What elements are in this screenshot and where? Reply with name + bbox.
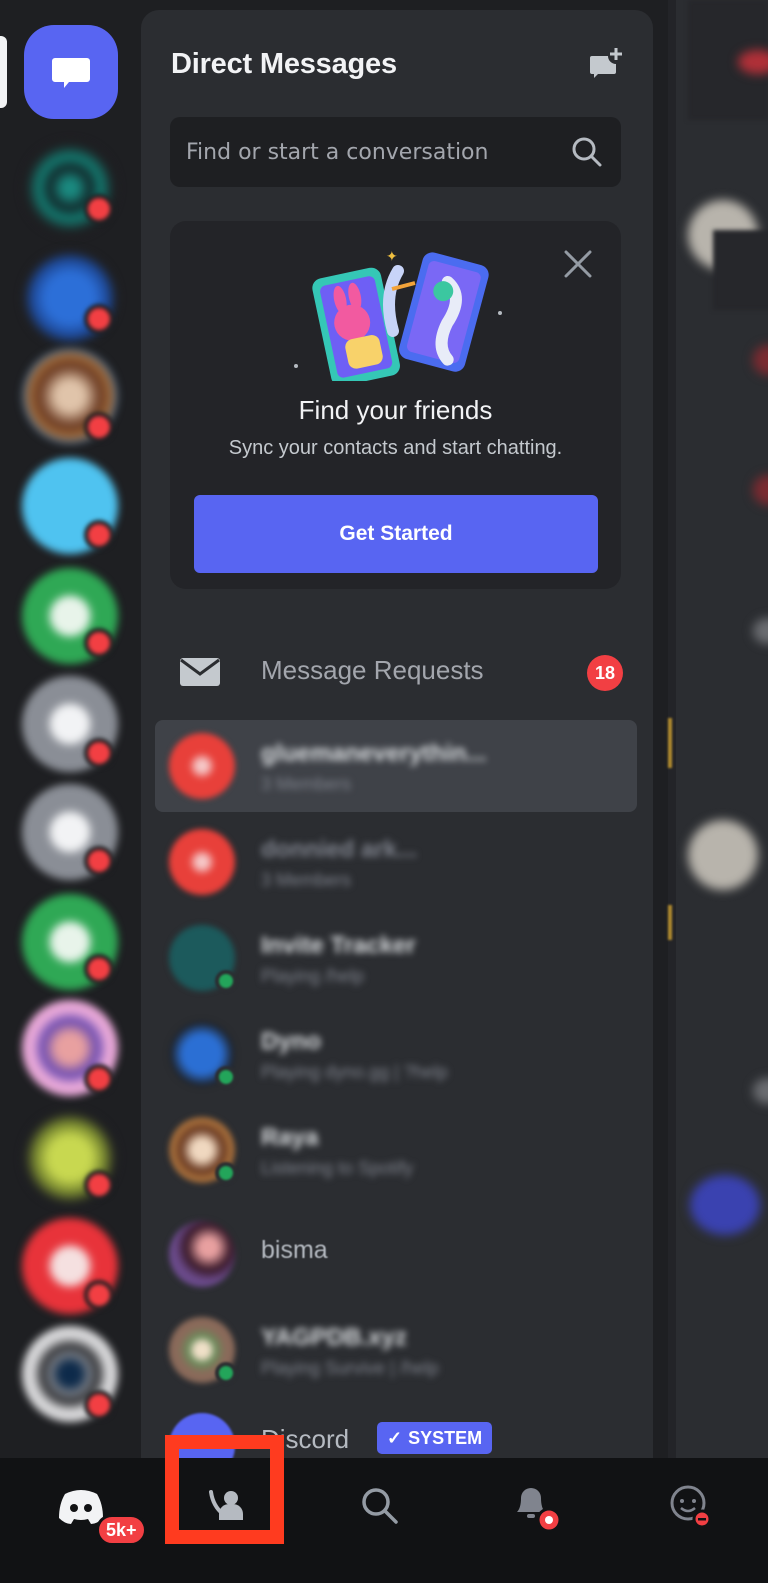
online-status-indicator xyxy=(215,970,237,992)
nav-profile[interactable] xyxy=(636,1466,746,1546)
dm-name: Invite Tracker xyxy=(261,932,416,959)
dm-list-item[interactable]: bisma xyxy=(155,1208,637,1300)
dm-name: Raya xyxy=(261,1124,319,1151)
profile-avatar-icon xyxy=(670,1485,712,1529)
new-message-icon xyxy=(590,48,622,78)
unread-badge xyxy=(84,304,114,334)
preview-blob xyxy=(753,1078,768,1104)
unread-badge xyxy=(84,1170,114,1200)
unread-badge xyxy=(84,1390,114,1420)
promo-subtitle: Sync your contacts and start chatting. xyxy=(228,437,563,459)
dm-subtitle: Playing dyno.gg | ?help xyxy=(261,1062,448,1082)
search-bar[interactable] xyxy=(170,117,621,187)
svg-text:✦: ✦ xyxy=(386,249,398,265)
dm-name: YAGPDB.xyz xyxy=(261,1324,407,1351)
bottom-navigation: 5k+ xyxy=(0,1458,768,1583)
search-input[interactable] xyxy=(186,139,569,165)
preview-blob xyxy=(753,475,768,505)
dm-list-item[interactable]: Dyno Playing dyno.gg | ?help xyxy=(155,1008,637,1100)
dm-subtitle: Playing /help xyxy=(261,966,365,986)
chat-preview-panel xyxy=(668,0,768,1458)
new-dm-button[interactable] xyxy=(585,44,625,84)
dm-name: bisma xyxy=(261,1236,328,1264)
unread-badge xyxy=(84,412,114,442)
unread-badge xyxy=(84,628,114,658)
preview-highlight-bar xyxy=(668,718,672,768)
unread-badge xyxy=(84,1280,114,1310)
home-unread-badge: 5k+ xyxy=(96,1514,147,1546)
page-title: Direct Messages xyxy=(171,48,397,80)
dm-list-item[interactable]: donnied ark... 3 Members xyxy=(155,816,637,908)
avatar xyxy=(169,829,235,895)
avatar xyxy=(169,1221,235,1287)
system-label: SYSTEM xyxy=(408,1427,483,1448)
selected-indicator xyxy=(0,36,7,108)
online-status-indicator xyxy=(215,1362,237,1384)
nav-search[interactable] xyxy=(325,1466,435,1546)
direct-messages-button[interactable] xyxy=(24,25,118,119)
preview-blob xyxy=(753,345,768,375)
online-status-indicator xyxy=(215,1066,237,1088)
message-requests-label: Message Requests xyxy=(261,655,484,685)
dm-name: donnied ark... xyxy=(261,836,418,863)
avatar xyxy=(169,733,235,799)
discord-app: Direct Messages Find or start a conversa… xyxy=(0,0,768,1583)
preview-avatar xyxy=(690,1175,760,1235)
dm-list-item[interactable]: gluemaneverythin... 3 Members xyxy=(155,720,637,812)
envelope-icon xyxy=(180,658,220,686)
dm-name: gluemaneverythin... xyxy=(261,740,487,767)
nav-home[interactable]: 5k+ xyxy=(26,1466,147,1546)
dm-subtitle: 3 Members xyxy=(261,774,352,794)
direct-messages-panel: Direct Messages Find or start a conversa… xyxy=(141,10,653,1458)
unread-badge xyxy=(84,738,114,768)
preview-avatar xyxy=(688,820,758,890)
annotation-highlight-box xyxy=(165,1435,284,1544)
bell-icon xyxy=(517,1488,562,1533)
dm-list-item[interactable]: Invite Tracker Playing /help xyxy=(155,912,637,1004)
dm-name: Dyno xyxy=(261,1028,321,1055)
promo-title: Find your friends xyxy=(298,395,493,425)
get-started-button[interactable]: Get Started xyxy=(194,495,598,573)
online-status-indicator xyxy=(215,1162,237,1184)
message-requests-count: 18 xyxy=(587,655,623,691)
unread-badge xyxy=(84,846,114,876)
dm-subtitle: Playing Survive | /help xyxy=(261,1358,439,1378)
close-icon[interactable] xyxy=(561,247,595,281)
dm-subtitle: Listening to Spotify xyxy=(261,1158,414,1178)
find-friends-card: ✦ Find your friends Sync your contacts a… xyxy=(170,221,621,589)
high-five-illustration: ✦ xyxy=(294,249,502,381)
preview-highlight-bar xyxy=(668,905,672,940)
unread-badge xyxy=(84,520,114,550)
unread-badge xyxy=(84,954,114,984)
chat-bubble-icon xyxy=(52,58,90,88)
dm-subtitle: 3 Members xyxy=(261,870,352,890)
preview-blob xyxy=(753,618,768,644)
search-icon xyxy=(362,1488,398,1524)
search-icon xyxy=(572,137,602,167)
server-rail xyxy=(0,0,140,1458)
dm-list-item[interactable]: YAGPDB.xyz Playing Survive | /help xyxy=(155,1304,637,1396)
check-icon: ✓ xyxy=(387,1427,403,1448)
unread-badge xyxy=(84,194,114,224)
system-badge: ✓ SYSTEM xyxy=(377,1422,493,1454)
dm-list-item[interactable]: Raya Listening to Spotify xyxy=(155,1104,637,1196)
preview-row xyxy=(713,230,768,310)
message-requests-row[interactable]: Message Requests 18 xyxy=(141,635,653,709)
unread-badge xyxy=(84,1064,114,1094)
nav-notifications[interactable] xyxy=(480,1466,590,1546)
